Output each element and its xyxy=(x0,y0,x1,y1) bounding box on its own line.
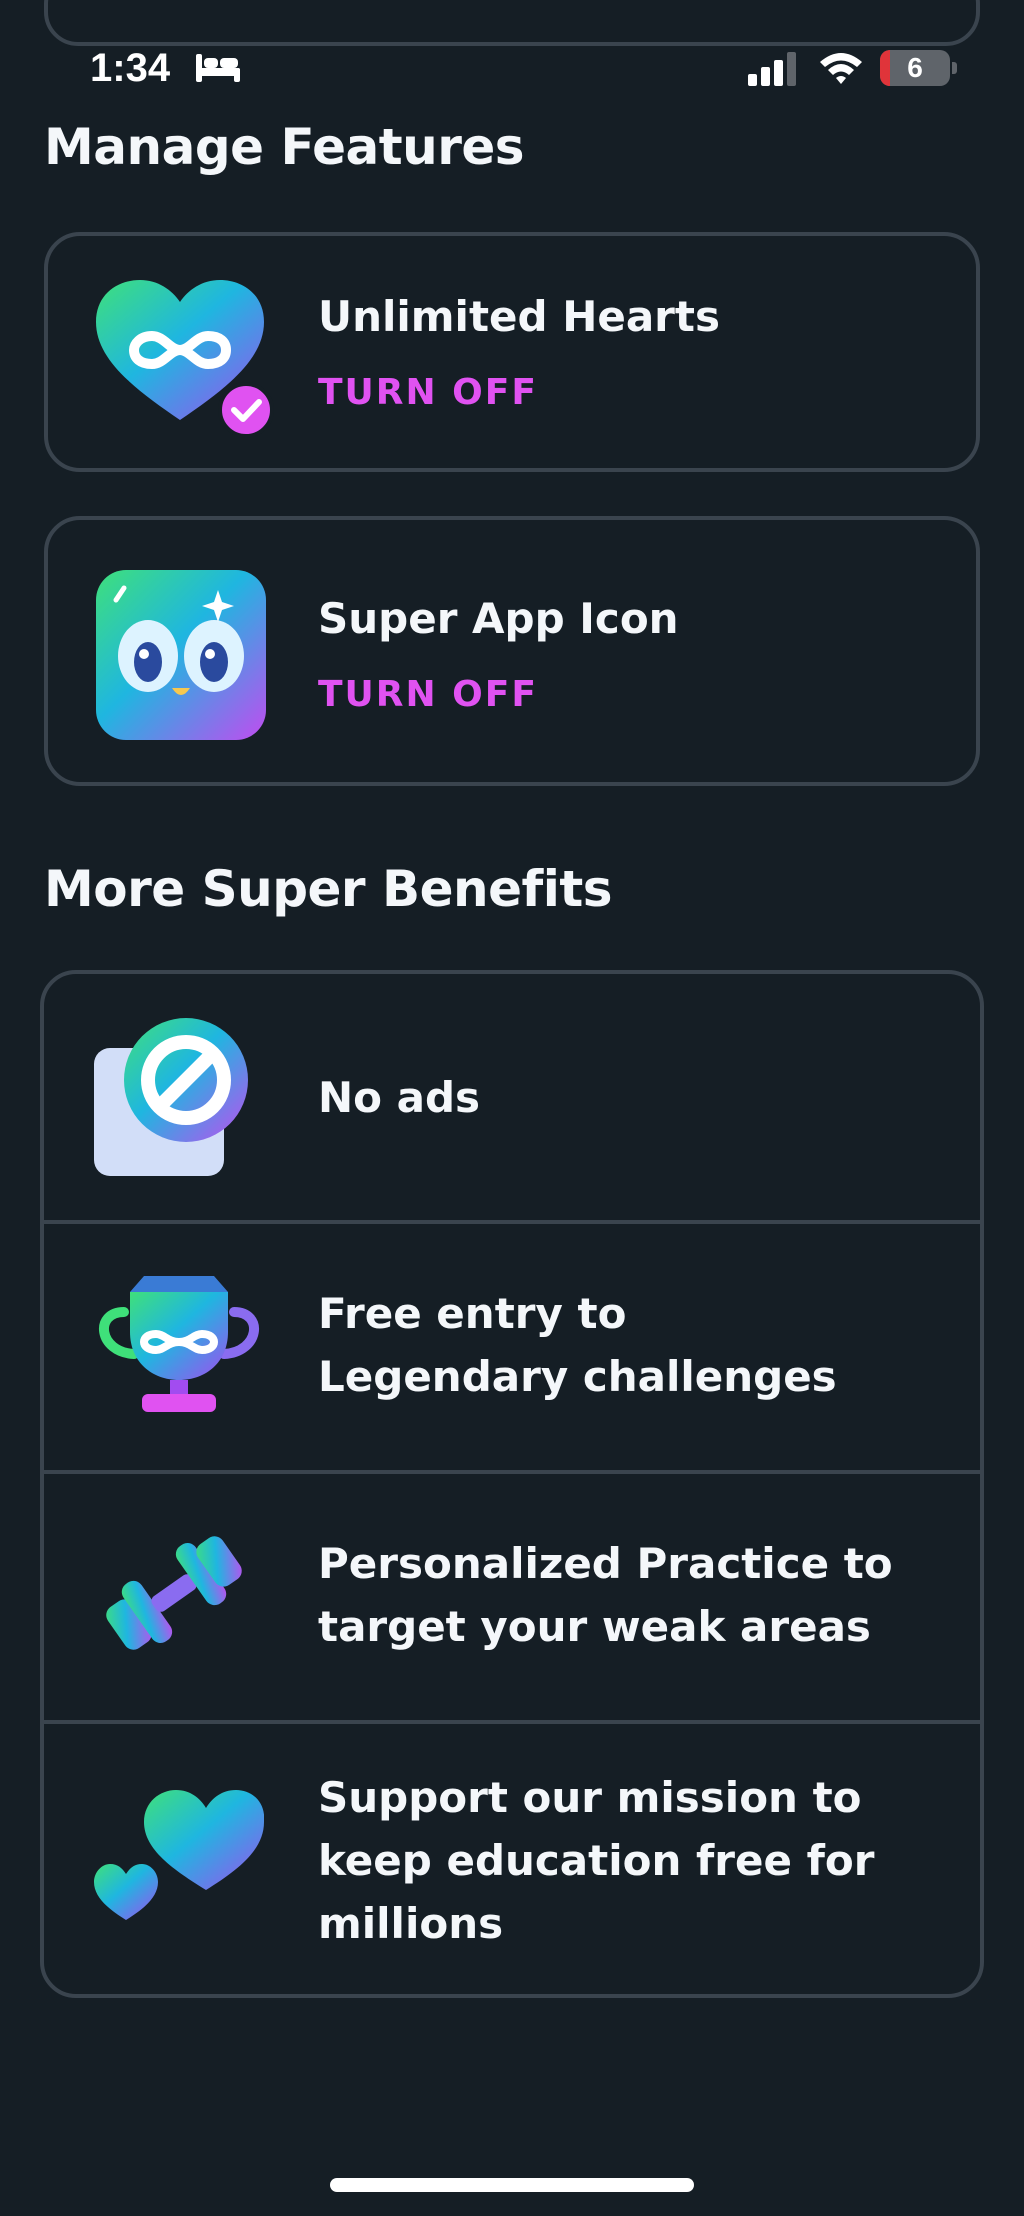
status-bar: 1:34 6 xyxy=(0,44,1024,94)
benefit-line: keep education free for xyxy=(318,1836,875,1885)
benefit-line: Support our mission to xyxy=(318,1773,862,1822)
unlimited-hearts-icon xyxy=(96,280,274,438)
super-app-icon-turn-off-button[interactable]: TURN OFF xyxy=(318,674,538,715)
benefit-line: No ads xyxy=(318,1073,481,1122)
previous-card-partial xyxy=(44,0,980,46)
benefit-text: Free entry to Legendary challenges xyxy=(318,1282,958,1408)
battery-indicator: 6 xyxy=(880,50,950,86)
list-item-legendary: Free entry to Legendary challenges xyxy=(44,1224,980,1474)
unlimited-hearts-turn-off-button[interactable]: TURN OFF xyxy=(318,372,538,413)
unlimited-hearts-label: Unlimited Hearts xyxy=(318,292,720,341)
benefit-line: millions xyxy=(318,1899,504,1948)
battery-cap xyxy=(952,62,957,74)
benefit-text: Personalized Practice to target your wea… xyxy=(318,1532,958,1658)
battery-percent: 6 xyxy=(907,52,923,83)
benefit-line: Personalized Practice to xyxy=(318,1539,893,1588)
manage-features-title: Manage Features xyxy=(44,118,525,176)
super-settings-screen: 1:34 6 Manage Features Unlimited Hearts … xyxy=(0,0,1024,2216)
home-indicator[interactable] xyxy=(330,2178,694,2192)
list-item-no-ads: No ads xyxy=(44,974,980,1224)
wifi-icon xyxy=(820,53,862,84)
unlimited-hearts-card: Unlimited Hearts TURN OFF xyxy=(44,232,980,472)
dumbbell-icon xyxy=(106,1536,242,1650)
more-benefits-title: More Super Benefits xyxy=(44,860,613,918)
no-ads-icon xyxy=(94,1018,248,1176)
benefit-line: Free entry to xyxy=(318,1289,627,1338)
cellular-signal-icon xyxy=(748,52,796,86)
benefits-list: No ads Free entry to Legendary challenge… xyxy=(40,970,984,1998)
benefit-line: Legendary challenges xyxy=(318,1352,837,1401)
super-app-icon-card: Super App Icon TURN OFF xyxy=(44,516,980,786)
benefit-text: No ads xyxy=(318,1066,958,1129)
super-app-icon xyxy=(96,570,266,740)
trophy-icon xyxy=(99,1276,259,1412)
list-item-personalized-practice: Personalized Practice to target your wea… xyxy=(44,1474,980,1724)
hearts-icon xyxy=(94,1790,264,1920)
status-time: 1:34 xyxy=(90,46,171,90)
super-app-icon-label: Super App Icon xyxy=(318,594,679,643)
benefit-text: Support our mission to keep education fr… xyxy=(318,1766,958,1955)
sleep-focus-icon xyxy=(196,54,240,82)
list-item-support-mission: Support our mission to keep education fr… xyxy=(44,1724,980,1994)
benefit-line: target your weak areas xyxy=(318,1602,871,1651)
